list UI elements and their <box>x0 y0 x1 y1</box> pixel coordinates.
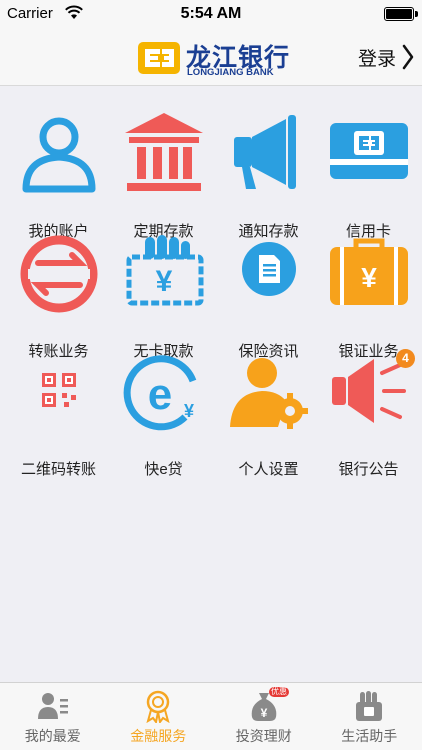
tab-label: 生活助手 <box>341 728 398 744</box>
bank-logo: 龙江银行 LONGJIANG BANK <box>138 34 289 80</box>
insurance-document-icon <box>242 242 296 296</box>
svg-text:¥: ¥ <box>184 401 194 421</box>
financial-service-medal-icon <box>146 690 170 723</box>
svg-text:¥: ¥ <box>260 706 267 720</box>
bank-building-icon <box>125 113 203 191</box>
qr-code-icon <box>42 373 76 407</box>
grid-item-bank-announcement[interactable]: 4 银行公告 <box>316 349 421 478</box>
svg-text:e: e <box>148 370 172 419</box>
tab-financial-services[interactable]: 金融服务 <box>106 683 212 750</box>
battery-icon <box>384 7 414 21</box>
notification-badge: 4 <box>396 349 415 368</box>
tab-label: 投资理财 <box>235 728 292 744</box>
user-account-icon <box>22 117 96 193</box>
grid-item-fixed-deposit[interactable]: 定期存款 <box>111 113 216 240</box>
tab-promo-badge: 优惠 <box>269 687 290 697</box>
e-loan-icon: e ¥ <box>123 355 197 431</box>
tab-label: 我的最爱 <box>24 728 81 744</box>
chevron-right-icon <box>402 44 414 70</box>
tab-label: 金融服务 <box>130 728 187 744</box>
grid-item-notice-deposit[interactable]: 通知存款 <box>216 113 321 240</box>
svg-text:¥: ¥ <box>361 262 377 293</box>
nav-header: 龙江银行 LONGJIANG BANK 登录 <box>0 28 422 86</box>
briefcase-yuan-icon: ¥ <box>330 238 408 305</box>
grid-item-bank-securities[interactable]: ¥ 银证业务 <box>316 233 421 360</box>
megaphone-icon <box>234 115 296 189</box>
life-assistant-icon <box>356 691 383 721</box>
cardless-withdrawal-icon: ¥ <box>126 235 204 306</box>
grid-item-insurance-info[interactable]: 保险资讯 <box>216 233 321 360</box>
bottom-tab-bar: 我的最爱 金融服务 ¥ 优惠 投资理财 生活助手 <box>0 682 422 750</box>
grid-item-label: 银行公告 <box>338 461 399 478</box>
login-button[interactable]: 登录 <box>358 42 414 72</box>
bank-name-en: LONGJIANG BANK <box>187 67 274 78</box>
bank-logo-mark-icon <box>138 42 180 74</box>
transfer-icon <box>20 235 98 313</box>
grid-item-label: 快e贷 <box>144 461 183 478</box>
tab-life-assistant[interactable]: 生活助手 <box>317 683 422 750</box>
tab-investment[interactable]: ¥ 优惠 投资理财 <box>211 683 317 750</box>
grid-item-label: 个人设置 <box>238 461 299 478</box>
grid-item-cardless-withdrawal[interactable]: ¥ 无卡取款 <box>111 233 216 360</box>
grid-item-credit-card[interactable]: 信用卡 <box>316 113 421 240</box>
grid-item-qr-transfer[interactable]: 二维码转账 <box>6 351 111 478</box>
tab-favorites[interactable]: 我的最爱 <box>0 683 106 750</box>
person-gear-icon <box>230 358 308 429</box>
grid-item-quick-e-loan[interactable]: e ¥ 快e贷 <box>111 351 216 478</box>
svg-text:¥: ¥ <box>156 265 173 298</box>
favorites-icon <box>37 693 68 719</box>
grid-item-transfer[interactable]: 转账业务 <box>6 233 111 360</box>
clock: 5:54 AM <box>180 5 242 22</box>
grid-item-personal-settings[interactable]: 个人设置 <box>216 351 321 478</box>
grid-item-my-account[interactable]: 我的账户 <box>6 113 111 240</box>
grid-item-label: 二维码转账 <box>20 461 96 478</box>
status-bar: Carrier 5:54 AM <box>0 0 422 28</box>
login-label: 登录 <box>357 48 396 70</box>
credit-card-icon <box>330 123 408 179</box>
